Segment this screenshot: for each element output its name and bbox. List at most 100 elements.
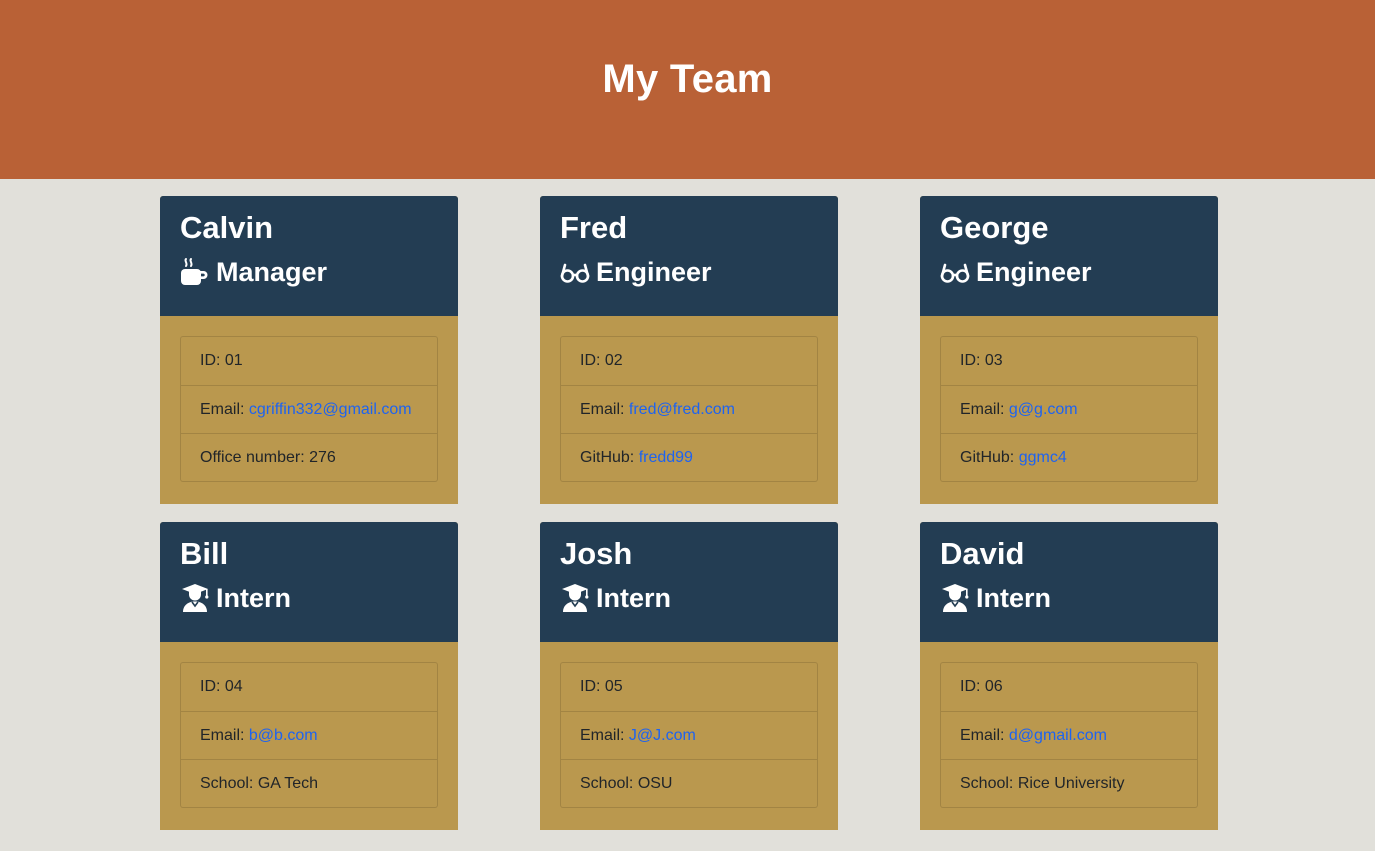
school-value: OSU bbox=[637, 774, 673, 792]
id-label: ID: bbox=[580, 678, 605, 695]
email-link[interactable]: cgriffin332@gmail.com bbox=[249, 401, 412, 419]
role-label: Intern bbox=[596, 583, 672, 613]
email-link[interactable]: g@g.com bbox=[1009, 401, 1078, 419]
id-value: 03 bbox=[984, 352, 1003, 369]
info-list: ID: 06 Email: d@gmail.com School: Rice U… bbox=[940, 662, 1198, 808]
card-body: ID: 01 Email: cgriffin332@gmail.com Offi… bbox=[160, 316, 458, 502]
employee-name: Fred bbox=[560, 210, 628, 245]
employee-name: George bbox=[940, 210, 1049, 245]
id-row: ID: 05 bbox=[561, 663, 817, 711]
github-link[interactable]: ggmc4 bbox=[1019, 449, 1067, 467]
school-row: School: Rice University bbox=[941, 759, 1197, 807]
id-value: 04 bbox=[224, 678, 243, 695]
employee-card: Josh Intern ID: 05 Email: J@J.com School… bbox=[540, 522, 838, 830]
id-value: 01 bbox=[224, 352, 243, 369]
id-label: ID: bbox=[960, 352, 985, 369]
coffee-icon bbox=[180, 257, 210, 287]
role-label: Engineer bbox=[596, 257, 712, 287]
employee-card: Calvin Manager ID: 01 Email: cgriffin332… bbox=[160, 196, 458, 504]
employee-card: Fred Engineer ID: 02 Email: fred@fred.co… bbox=[540, 196, 838, 504]
email-row: Email: fred@fred.com bbox=[561, 385, 817, 433]
employee-name: David bbox=[940, 536, 1025, 571]
employee-name: Calvin bbox=[180, 210, 274, 245]
info-list: ID: 01 Email: cgriffin332@gmail.com Offi… bbox=[180, 336, 438, 482]
id-value: 06 bbox=[984, 678, 1003, 695]
employee-role: Intern bbox=[560, 581, 818, 615]
school-label: School: bbox=[580, 774, 638, 792]
employee-role: Intern bbox=[180, 581, 438, 615]
office-number-label: Office number: bbox=[200, 448, 310, 466]
glasses-icon bbox=[560, 257, 590, 287]
github-row: GitHub: fredd99 bbox=[561, 433, 817, 481]
employee-card: Bill Intern ID: 04 Email: b@b.com School… bbox=[160, 522, 458, 830]
github-row: GitHub: ggmc4 bbox=[941, 433, 1197, 481]
card-body: ID: 02 Email: fred@fred.com GitHub: fred… bbox=[540, 316, 838, 502]
id-label: ID: bbox=[200, 352, 225, 369]
id-value: 02 bbox=[604, 352, 623, 369]
email-label: Email: bbox=[960, 400, 1009, 418]
info-list: ID: 03 Email: g@g.com GitHub: ggmc4 bbox=[940, 336, 1198, 482]
school-row: School: OSU bbox=[561, 759, 817, 807]
school-label: School: bbox=[960, 774, 1018, 792]
team-grid: Calvin Manager ID: 01 Email: cgriffin332… bbox=[160, 196, 1218, 830]
id-row: ID: 06 bbox=[941, 663, 1197, 711]
github-link[interactable]: fredd99 bbox=[639, 449, 693, 467]
card-header: Fred Engineer bbox=[540, 196, 838, 316]
id-row: ID: 04 bbox=[181, 663, 437, 711]
id-value: 05 bbox=[604, 678, 623, 695]
employee-role: Engineer bbox=[940, 255, 1198, 289]
role-label: Intern bbox=[216, 583, 292, 613]
card-body: ID: 04 Email: b@b.com School: GA Tech bbox=[160, 642, 458, 828]
email-link[interactable]: b@b.com bbox=[249, 727, 318, 745]
email-row: Email: b@b.com bbox=[181, 711, 437, 759]
id-row: ID: 01 bbox=[181, 337, 437, 385]
employee-card: George Engineer ID: 03 Email: g@g.com Gi… bbox=[920, 196, 1218, 504]
role-label: Intern bbox=[976, 583, 1052, 613]
card-body: ID: 06 Email: d@gmail.com School: Rice U… bbox=[920, 642, 1218, 828]
email-label: Email: bbox=[580, 400, 629, 418]
email-row: Email: d@gmail.com bbox=[941, 711, 1197, 759]
employee-card: David Intern ID: 06 Email: d@gmail.com S… bbox=[920, 522, 1218, 830]
card-header: Calvin Manager bbox=[160, 196, 458, 316]
page-title: My Team bbox=[602, 57, 773, 101]
employee-role: Intern bbox=[940, 581, 1198, 615]
office-number-value: 276 bbox=[309, 448, 336, 466]
email-label: Email: bbox=[200, 400, 249, 418]
email-label: Email: bbox=[580, 726, 629, 744]
info-list: ID: 04 Email: b@b.com School: GA Tech bbox=[180, 662, 438, 808]
email-row: Email: g@g.com bbox=[941, 385, 1197, 433]
email-link[interactable]: J@J.com bbox=[629, 727, 696, 745]
email-row: Email: cgriffin332@gmail.com bbox=[181, 385, 437, 433]
github-label: GitHub: bbox=[580, 448, 639, 466]
info-list: ID: 02 Email: fred@fred.com GitHub: fred… bbox=[560, 336, 818, 482]
id-label: ID: bbox=[960, 678, 985, 695]
graduate-icon bbox=[180, 583, 210, 613]
card-header: Bill Intern bbox=[160, 522, 458, 642]
school-value: Rice University bbox=[1017, 774, 1125, 792]
office-number-row: Office number: 276 bbox=[181, 433, 437, 481]
card-body: ID: 05 Email: J@J.com School: OSU bbox=[540, 642, 838, 828]
page-header: My Team bbox=[0, 0, 1375, 179]
school-row: School: GA Tech bbox=[181, 759, 437, 807]
card-header: George Engineer bbox=[920, 196, 1218, 316]
id-label: ID: bbox=[200, 678, 225, 695]
card-header: David Intern bbox=[920, 522, 1218, 642]
email-link[interactable]: fred@fred.com bbox=[629, 401, 735, 419]
email-label: Email: bbox=[200, 726, 249, 744]
employee-name: Josh bbox=[560, 536, 633, 571]
role-label: Engineer bbox=[976, 257, 1092, 287]
employee-role: Manager bbox=[180, 255, 438, 289]
email-link[interactable]: d@gmail.com bbox=[1009, 727, 1107, 745]
email-label: Email: bbox=[960, 726, 1009, 744]
github-label: GitHub: bbox=[960, 448, 1019, 466]
graduate-icon bbox=[940, 583, 970, 613]
id-label: ID: bbox=[580, 352, 605, 369]
employee-role: Engineer bbox=[560, 255, 818, 289]
id-row: ID: 02 bbox=[561, 337, 817, 385]
school-value: GA Tech bbox=[257, 774, 318, 792]
employee-name: Bill bbox=[180, 536, 229, 571]
glasses-icon bbox=[940, 257, 970, 287]
id-row: ID: 03 bbox=[941, 337, 1197, 385]
info-list: ID: 05 Email: J@J.com School: OSU bbox=[560, 662, 818, 808]
graduate-icon bbox=[560, 583, 590, 613]
